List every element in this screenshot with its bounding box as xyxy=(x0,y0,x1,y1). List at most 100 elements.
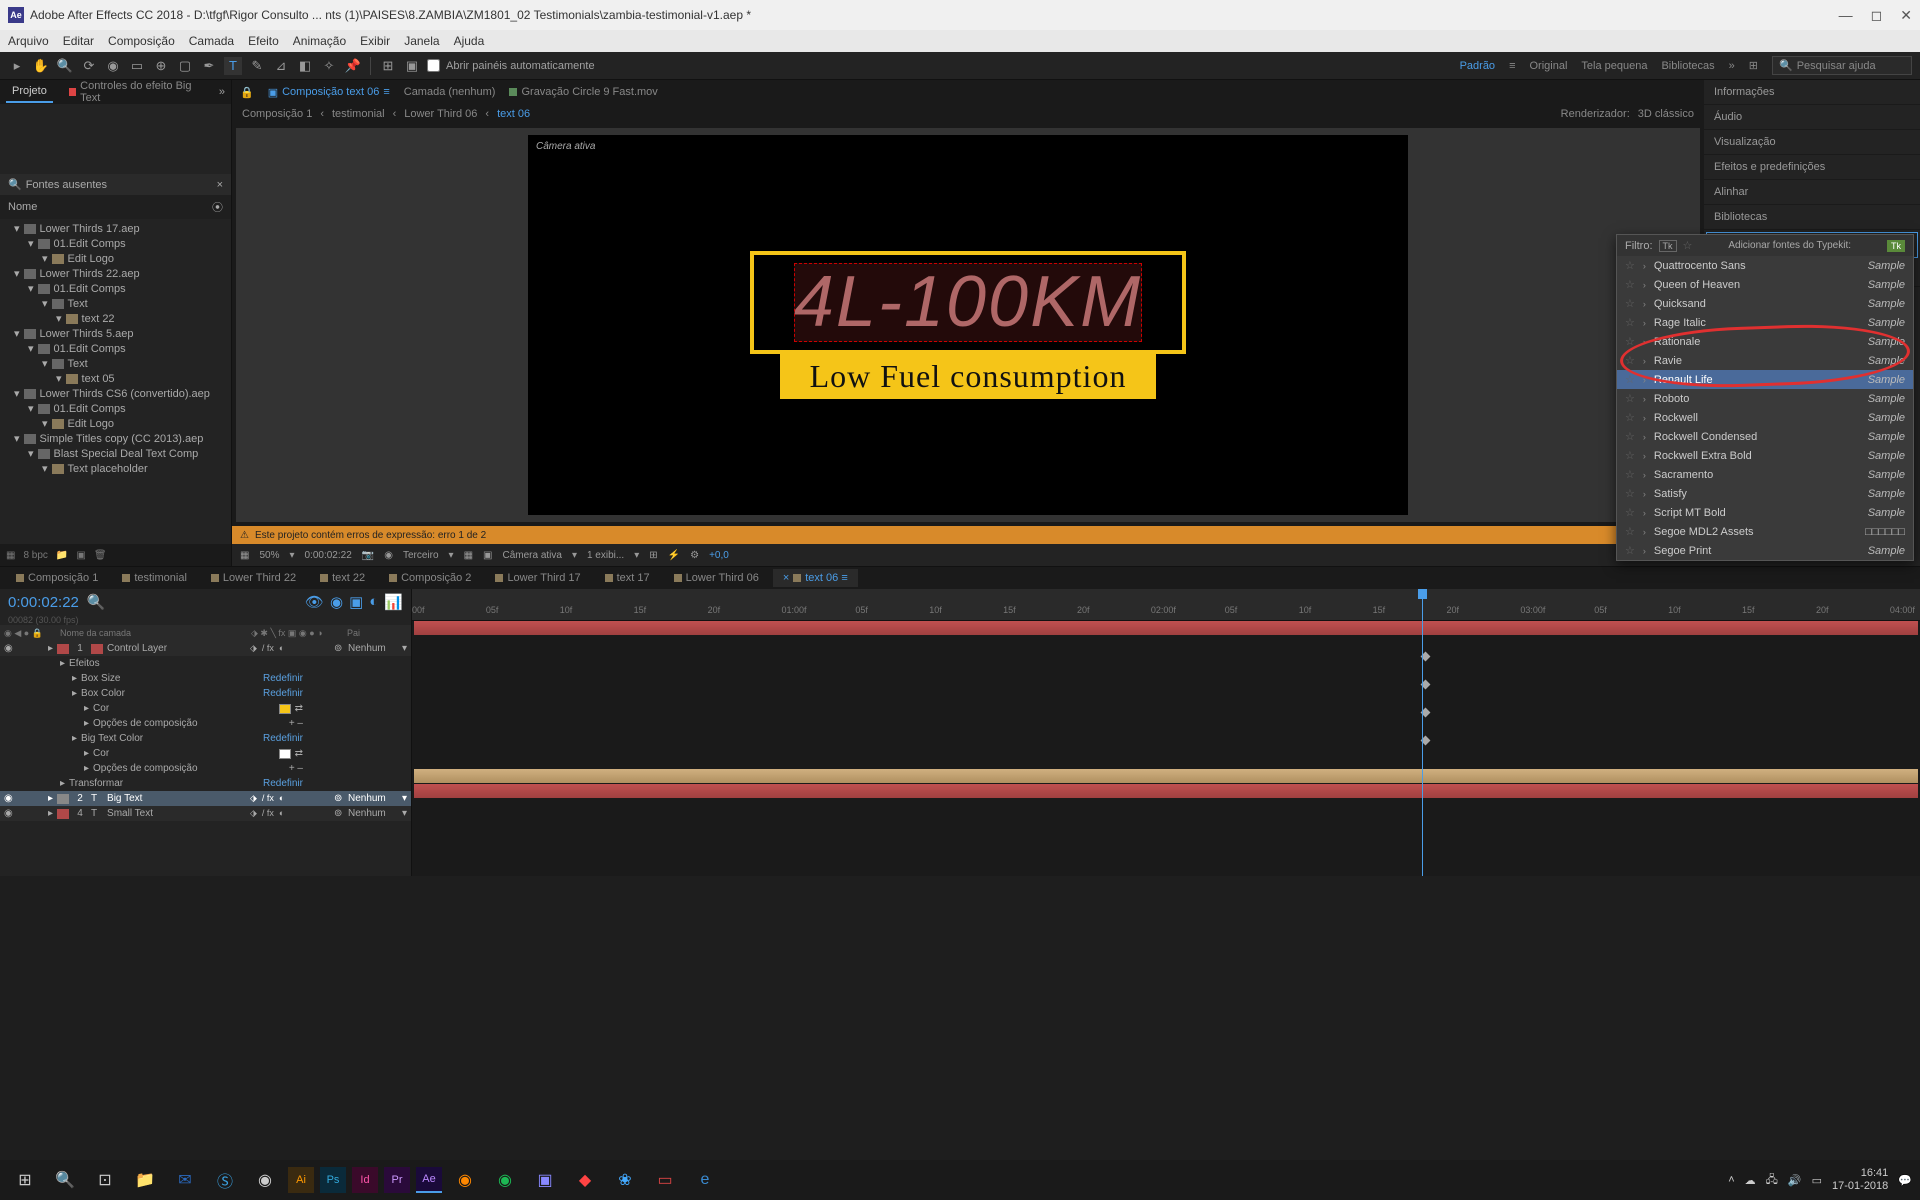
resolution-dropdown[interactable]: Terceiro xyxy=(403,550,439,561)
star-icon[interactable]: ☆ xyxy=(1625,278,1635,291)
tray-cloud-icon[interactable]: ☁ xyxy=(1745,1174,1756,1187)
snap-icon[interactable]: ▣ xyxy=(403,57,421,75)
star-icon[interactable]: ☆ xyxy=(1625,335,1635,348)
star-icon[interactable]: ☆ xyxy=(1625,297,1635,310)
menu-janela[interactable]: Janela xyxy=(404,34,439,48)
selection-tool[interactable]: ▸ xyxy=(8,57,26,75)
tray-network-icon[interactable]: 🖧 xyxy=(1766,1171,1778,1190)
star-icon[interactable]: ☆ xyxy=(1625,430,1635,443)
font-option[interactable]: ☆›Quattrocento SansSample xyxy=(1617,256,1913,275)
typekit-add-icon[interactable]: Tk xyxy=(1887,240,1905,252)
blender-icon[interactable]: ◉ xyxy=(448,1165,482,1195)
timeline-layer-row[interactable]: ▸Opções de composição+ – xyxy=(0,716,411,731)
zoom-dropdown[interactable]: 50% xyxy=(259,550,279,561)
menu-efeito[interactable]: Efeito xyxy=(248,34,279,48)
tree-item[interactable]: ▾01.Edit Comps xyxy=(0,341,231,356)
current-time[interactable]: 0:00:02:22 xyxy=(8,594,79,611)
workspace-menu-icon[interactable]: ≡ xyxy=(1509,60,1515,72)
font-option[interactable]: ☆›RockwellSample xyxy=(1617,408,1913,427)
font-option[interactable]: ☆›Script MT BoldSample xyxy=(1617,503,1913,522)
new-comp-icon[interactable]: ▣ xyxy=(76,550,85,561)
zoom-tool[interactable]: 🔍 xyxy=(56,57,74,75)
timeline-layer-row[interactable]: ▸Big Text ColorRedefinir xyxy=(0,731,411,746)
favorites-filter-icon[interactable]: ☆ xyxy=(1683,239,1693,252)
transparency-icon[interactable]: ▦ xyxy=(464,550,473,561)
exposure-value[interactable]: +0,0 xyxy=(709,550,729,561)
tree-item[interactable]: ▾01.Edit Comps xyxy=(0,401,231,416)
menu-animação[interactable]: Animação xyxy=(293,34,346,48)
timeline-layer-row[interactable]: ▸TransformarRedefinir xyxy=(0,776,411,791)
tab-project[interactable]: Projeto xyxy=(6,81,53,103)
workspace-small[interactable]: Tela pequena xyxy=(1581,60,1647,72)
pan-behind-tool[interactable]: ⊕ xyxy=(152,57,170,75)
star-icon[interactable]: ☆ xyxy=(1625,525,1635,538)
panel-libraries[interactable]: Bibliotecas xyxy=(1704,205,1920,230)
outlook-icon[interactable]: ✉ xyxy=(168,1165,202,1195)
app-icon[interactable]: ▣ xyxy=(528,1165,562,1195)
menu-editar[interactable]: Editar xyxy=(63,34,94,48)
tree-item[interactable]: ▾Edit Logo xyxy=(0,251,231,266)
orbit-tool[interactable]: ⟳ xyxy=(80,57,98,75)
timeline-layer-row[interactable]: ▸Box SizeRedefinir xyxy=(0,671,411,686)
shape-tool[interactable]: ▢ xyxy=(176,57,194,75)
crumb-2[interactable]: Lower Third 06 xyxy=(404,108,477,120)
rotate-tool[interactable]: ◉ xyxy=(104,57,122,75)
timeline-tab[interactable]: Lower Third 17 xyxy=(485,569,590,587)
panel-info[interactable]: Informações xyxy=(1704,80,1920,105)
font-option[interactable]: ☆›Rage ItalicSample xyxy=(1617,313,1913,332)
font-option[interactable]: ☆›Rockwell Extra BoldSample xyxy=(1617,446,1913,465)
renderer-value[interactable]: 3D clássico xyxy=(1638,108,1694,120)
sync-icon[interactable]: ⊞ xyxy=(1749,59,1758,72)
frame-blend-icon[interactable]: ▣ xyxy=(349,593,363,611)
panel-align[interactable]: Alinhar xyxy=(1704,180,1920,205)
search-button[interactable]: 🔍 xyxy=(48,1165,82,1195)
bpc-toggle[interactable]: 8 bpc xyxy=(23,550,47,561)
workspace-libraries[interactable]: Bibliotecas xyxy=(1661,60,1714,72)
font-option[interactable]: ☆›SacramentoSample xyxy=(1617,465,1913,484)
tab-menu-icon[interactable]: ≡ xyxy=(383,86,389,98)
timeline-tracks[interactable]: 00f05f10f15f20f01:00f05f10f15f20f02:00f0… xyxy=(412,589,1920,876)
layer-bar-1[interactable] xyxy=(414,621,1918,635)
show-icon[interactable]: ◉ xyxy=(384,550,393,561)
timeline-layer-row[interactable]: ◉ ▸1Control Layer⬗ / fx ◐⊚Nenhum▾ xyxy=(0,641,411,656)
tab-composition[interactable]: ▣Composição text 06≡ xyxy=(268,86,390,99)
tray-volume-icon[interactable]: 🔊 xyxy=(1788,1174,1802,1187)
chrome-icon[interactable]: ◉ xyxy=(248,1165,282,1195)
viewport[interactable]: Câmera ativa 4L-100KM Low Fuel consumpti… xyxy=(236,128,1700,522)
project-tree[interactable]: ▾Lower Thirds 17.aep▾01.Edit Comps▾Edit … xyxy=(0,219,231,544)
star-icon[interactable]: ☆ xyxy=(1625,506,1635,519)
timeline-layer-row[interactable]: ▸Opções de composição+ – xyxy=(0,761,411,776)
timeline-tab[interactable]: Lower Third 22 xyxy=(201,569,306,587)
font-dropdown[interactable]: Filtro: Tk ☆ Adicionar fontes do Typekit… xyxy=(1616,234,1914,561)
tab-footage[interactable]: Gravação Circle 9 Fast.mov xyxy=(509,86,657,98)
panel-audio[interactable]: Áudio xyxy=(1704,105,1920,130)
start-button[interactable]: ⊞ xyxy=(8,1165,42,1195)
timeline-tab[interactable]: × text 06 ≡ xyxy=(773,569,858,587)
roto-tool[interactable]: ✧ xyxy=(320,57,338,75)
time-ruler[interactable]: 00f05f10f15f20f01:00f05f10f15f20f02:00f0… xyxy=(412,589,1920,621)
timeline-tab[interactable]: testimonial xyxy=(112,569,197,587)
crumb-1[interactable]: testimonial xyxy=(332,108,385,120)
tree-item[interactable]: ▾Edit Logo xyxy=(0,416,231,431)
draft3d-icon[interactable]: ◉ xyxy=(330,593,343,611)
timeline-tab[interactable]: text 17 xyxy=(595,569,660,587)
big-text[interactable]: 4L-100KM xyxy=(754,255,1182,350)
premiere-icon[interactable]: Pr xyxy=(384,1167,410,1193)
typekit-filter-icon[interactable]: Tk xyxy=(1659,240,1677,252)
star-icon[interactable]: ☆ xyxy=(1625,316,1635,329)
graph-icon[interactable]: 📊 xyxy=(384,593,403,611)
overflow-icon[interactable]: » xyxy=(1729,60,1735,72)
indesign-icon[interactable]: Id xyxy=(352,1167,378,1193)
maximize-button[interactable]: ◻ xyxy=(1871,7,1883,24)
interpret-icon[interactable]: ▦ xyxy=(6,550,15,561)
task-view-button[interactable]: ⊡ xyxy=(88,1165,122,1195)
crumb-3[interactable]: text 06 xyxy=(497,108,530,120)
star-icon[interactable]: ☆ xyxy=(1625,468,1635,481)
menu-arquivo[interactable]: Arquivo xyxy=(8,34,49,48)
timeline-layer-row[interactable]: ▸Efeitos xyxy=(0,656,411,671)
tree-item[interactable]: ▾Lower Thirds 22.aep xyxy=(0,266,231,281)
clone-tool[interactable]: ⊿ xyxy=(272,57,290,75)
tree-item[interactable]: ▾text 05 xyxy=(0,371,231,386)
camera-dropdown[interactable]: Câmera ativa xyxy=(502,550,561,561)
font-option[interactable]: ☆›Rockwell CondensedSample xyxy=(1617,427,1913,446)
